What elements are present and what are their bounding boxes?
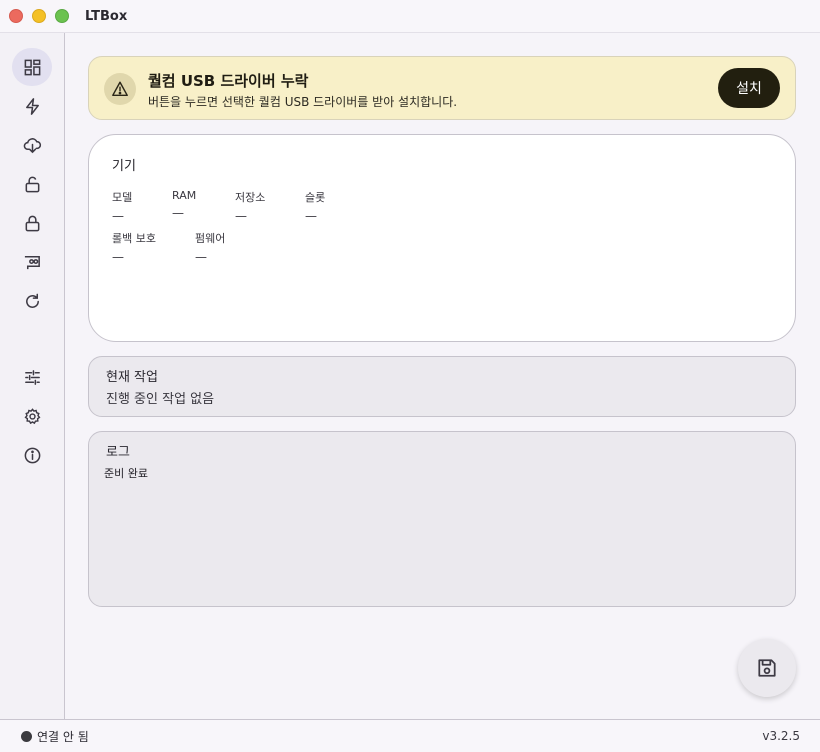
field-value: — (305, 209, 317, 223)
field-value: — (112, 250, 124, 264)
refresh-icon (25, 293, 39, 308)
nav-tune[interactable] (12, 358, 52, 396)
app-version: v3.2.5 (762, 729, 800, 743)
field-value: — (235, 209, 247, 223)
nav-settings[interactable] (12, 397, 52, 435)
device-card-icon (24, 255, 40, 269)
field-label: 슬롯 (305, 191, 326, 204)
nav-info[interactable] (12, 436, 52, 474)
driver-missing-banner: 퀄컴 USB 드라이버 누락 버튼을 누르면 선택한 퀄컴 USB 드라이버를 … (88, 56, 796, 120)
title-bar: LTBox (0, 0, 820, 33)
device-card-title: 기기 (112, 159, 136, 174)
task-title: 현재 작업 (106, 370, 158, 385)
install-button[interactable]: 설치 (718, 68, 780, 108)
device-field-rollback: 롤백 보호 — (112, 230, 156, 264)
info-icon (24, 447, 40, 463)
banner-title: 퀄컴 USB 드라이버 누락 (148, 72, 309, 90)
device-field-ram: RAM — (172, 189, 196, 220)
save-icon (758, 659, 776, 677)
task-status: 진행 중인 작업 없음 (106, 392, 215, 407)
tune-icon (24, 369, 40, 385)
unlock-icon (25, 176, 39, 192)
nav-download[interactable] (12, 126, 52, 164)
banner-icon-wrap (104, 73, 136, 105)
field-label: 모델 (112, 191, 133, 204)
log-card[interactable]: 로그 준비 완료 (88, 431, 796, 607)
flash-icon (25, 97, 39, 115)
banner-description: 버튼을 누르면 선택한 퀄컴 USB 드라이버를 받아 설치합니다. (148, 95, 458, 109)
close-window-button[interactable] (9, 9, 23, 23)
log-text: 준비 완료 (104, 467, 148, 480)
sidebar (0, 33, 65, 719)
window-title: LTBox (85, 8, 128, 24)
dashboard-icon (24, 59, 40, 75)
device-card: 기기 모델 — RAM — 저장소 — 슬롯 — 롤백 보호 — 펌웨어 — (88, 134, 796, 342)
connection-status: 연결 안 됨 (37, 730, 89, 744)
minimize-window-button[interactable] (32, 9, 46, 23)
field-value: — (172, 206, 184, 220)
field-label: 롤백 보호 (112, 232, 156, 245)
field-label: RAM (172, 189, 197, 202)
window-controls (9, 9, 69, 23)
device-field-model: 모델 — (112, 189, 132, 223)
device-field-firmware: 펌웨어 — (195, 230, 225, 264)
device-field-storage: 저장소 — (235, 189, 265, 223)
lock-icon (25, 215, 39, 231)
log-title: 로그 (106, 445, 130, 460)
cloud-download-icon (23, 137, 41, 153)
field-value: — (112, 209, 124, 223)
status-bar: 연결 안 됨 v3.2.5 (0, 719, 820, 752)
field-label: 저장소 (235, 191, 266, 204)
nav-lock[interactable] (12, 204, 52, 242)
maximize-window-button[interactable] (55, 9, 69, 23)
nav-device[interactable] (12, 243, 52, 281)
nav-dashboard[interactable] (12, 48, 52, 86)
warning-icon (112, 81, 128, 97)
settings-icon (24, 407, 40, 424)
nav-unlock[interactable] (12, 165, 52, 203)
field-value: — (195, 250, 207, 264)
save-log-button[interactable] (738, 639, 796, 697)
connection-indicator (21, 731, 32, 742)
nav-flash[interactable] (12, 87, 52, 125)
current-task-card: 현재 작업 진행 중인 작업 없음 (88, 356, 796, 417)
field-label: 펌웨어 (195, 232, 226, 245)
device-field-slot: 슬롯 — (305, 189, 325, 223)
main-content: 퀄컴 USB 드라이버 누락 버튼을 누르면 선택한 퀄컴 USB 드라이버를 … (66, 33, 820, 719)
nav-refresh[interactable] (12, 282, 52, 320)
